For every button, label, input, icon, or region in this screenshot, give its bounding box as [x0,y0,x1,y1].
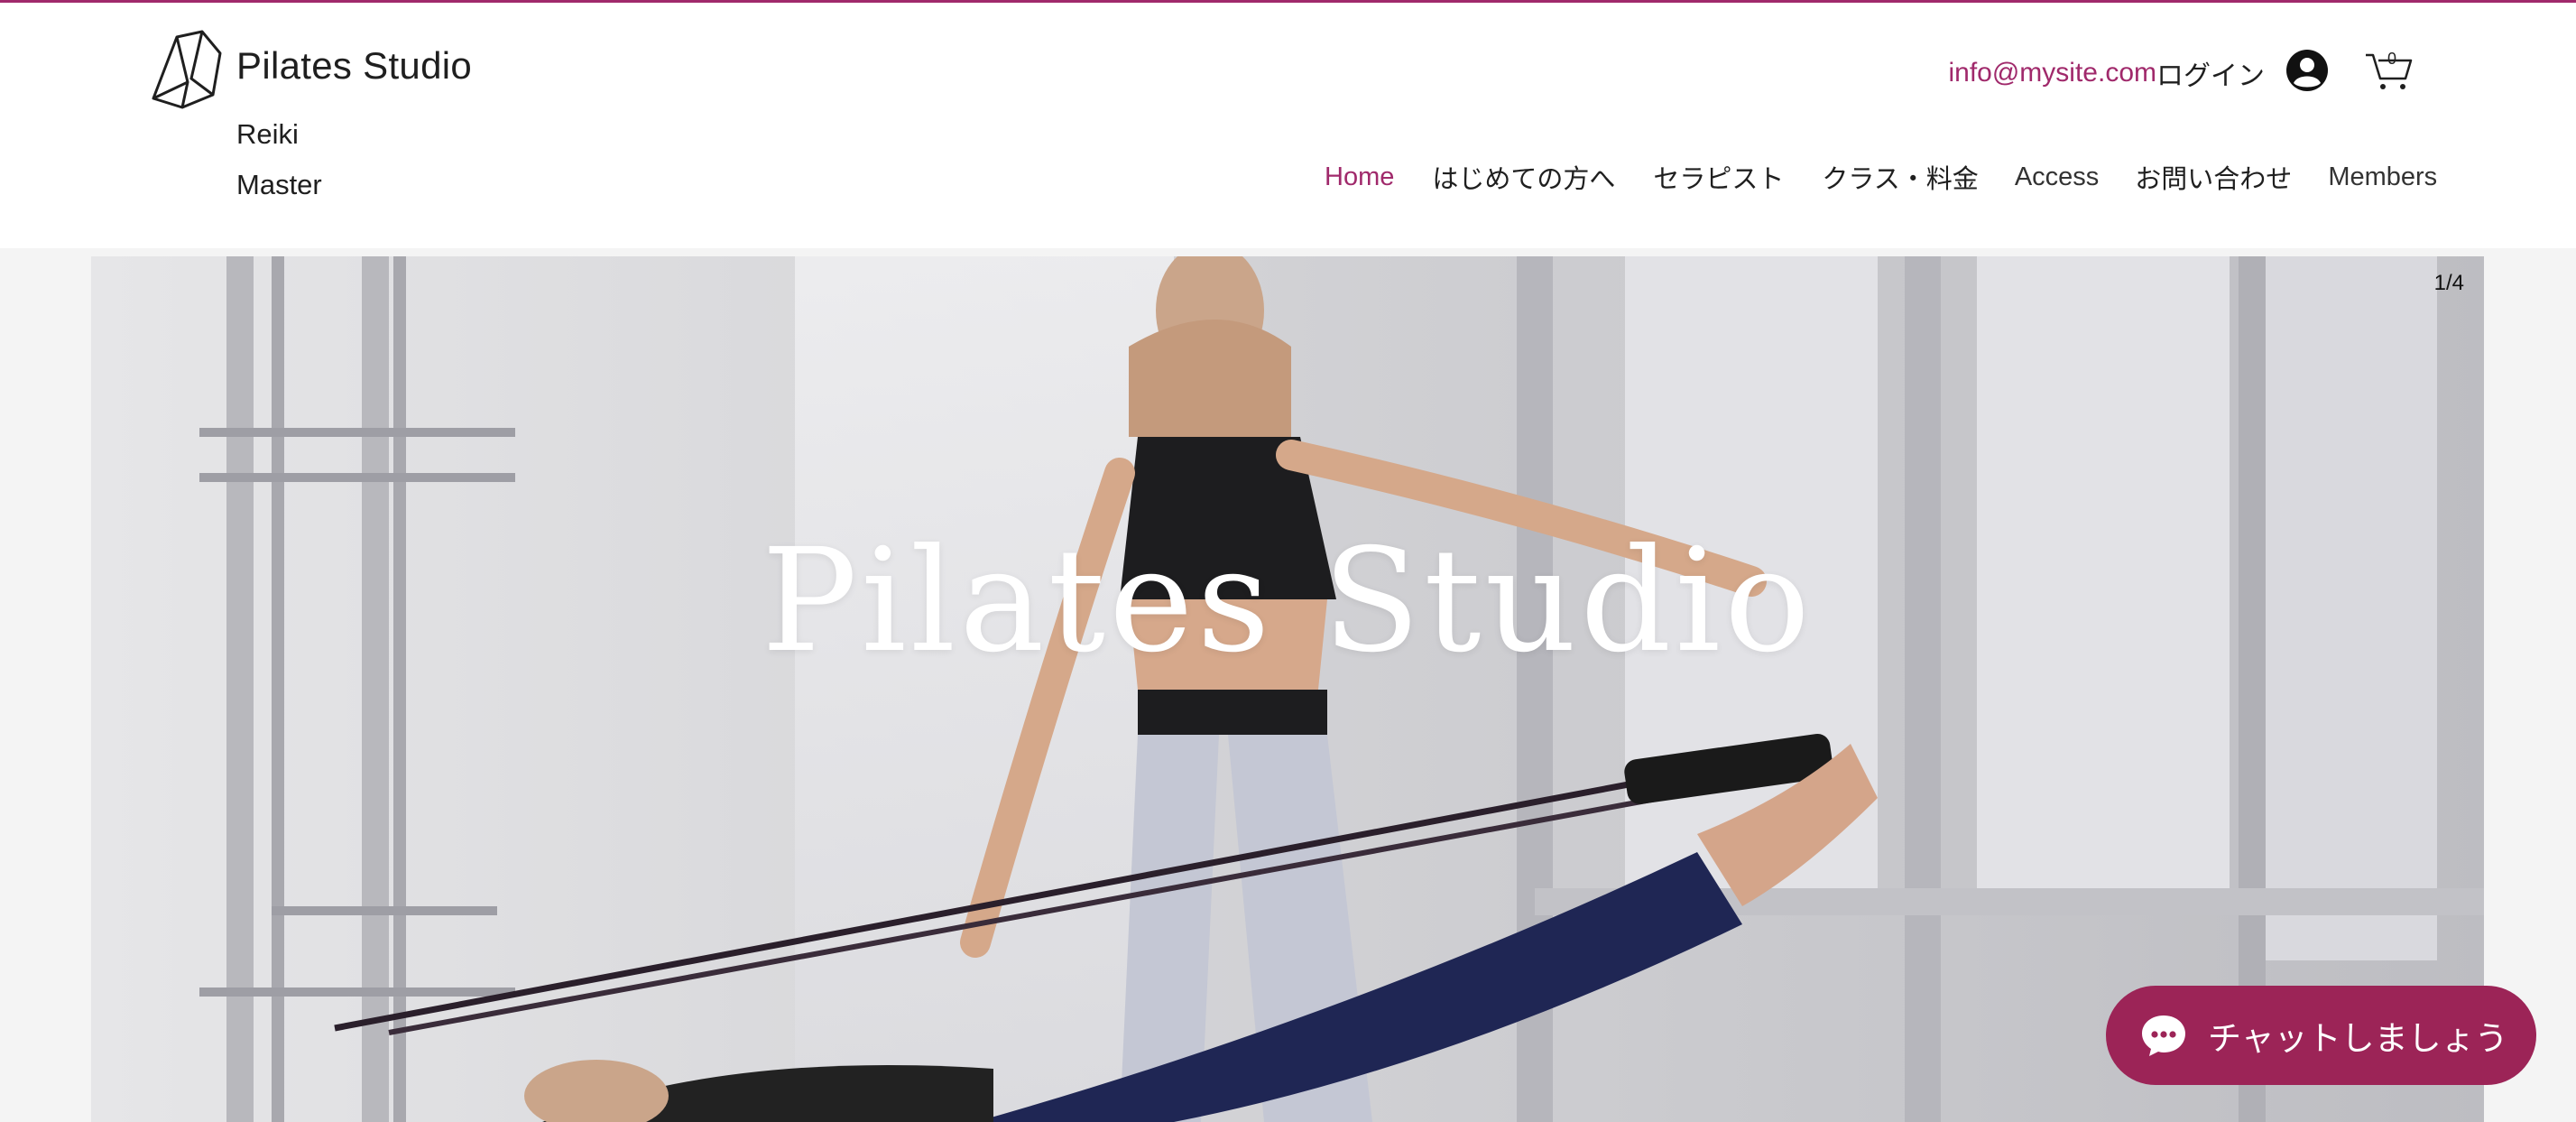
nav-item-contact[interactable]: お問い合わせ [2135,158,2292,196]
main-nav: Home はじめての方へ セラピスト クラス・料金 Access お問い合わせ … [1325,158,2437,196]
cart-count: 0 [2387,50,2397,68]
hero-slideshow[interactable]: Pilates Studio 1/4 [91,256,2484,1122]
nav-item-home[interactable]: Home [1325,162,1394,192]
brand-title[interactable]: Pilates Studio [236,44,472,88]
avatar-icon[interactable] [2285,49,2329,92]
slide-counter: 1/4 [2433,271,2464,295]
nav-item-therapist[interactable]: セラピスト [1653,158,1784,196]
nav-item-members[interactable]: Members [2328,162,2437,192]
chat-button[interactable]: チャットしましょう [2106,986,2536,1085]
hero-image [91,256,2484,1122]
login-link[interactable]: ログイン [2156,53,2265,93]
nav-item-beginners[interactable]: はじめての方へ [1432,158,1615,196]
chat-label: チャットしましょう [2208,1020,2508,1057]
chat-bubble-icon [2142,1015,2185,1056]
tagline-line-2: Master [236,169,322,200]
nav-item-access[interactable]: Access [2015,162,2099,192]
site-header: Pilates Studio Reiki Master info@mysite.… [0,3,2576,248]
logo-icon[interactable] [146,28,226,111]
tagline-line-1: Reiki [236,118,299,150]
email-link[interactable]: info@mysite.com [1948,58,2156,88]
contact-area: info@mysite.com ログイン [1948,53,2265,93]
nav-item-classes[interactable]: クラス・料金 [1822,158,1978,196]
hero-title: Pilates Studio [761,518,1814,684]
